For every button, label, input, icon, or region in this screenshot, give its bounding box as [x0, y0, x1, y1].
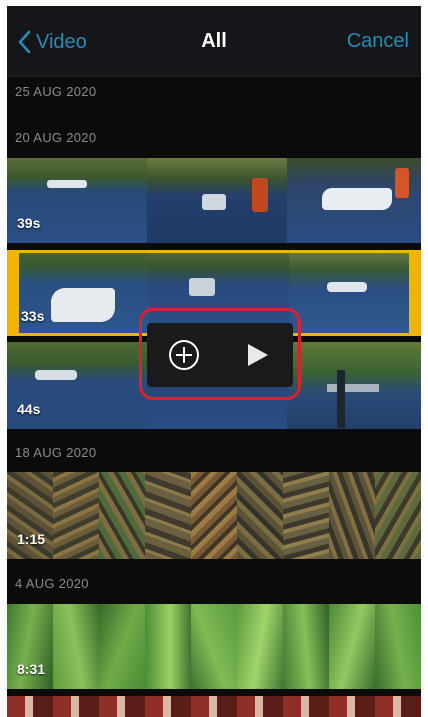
clip-action-popover [147, 323, 293, 387]
play-icon [247, 344, 268, 366]
trim-handle-left[interactable] [7, 250, 19, 336]
clip-duration: 1:15 [17, 531, 46, 547]
clip-duration: 44s [17, 401, 41, 417]
video-clip[interactable]: 8:31 [7, 604, 421, 689]
phone-screen: Video All Cancel 25 AUG 2020 20 AUG 2020… [7, 6, 421, 717]
navigation-bar: Video All Cancel [7, 6, 421, 77]
video-clip[interactable]: 39s [7, 158, 421, 243]
date-header: 18 AUG 2020 [15, 445, 97, 460]
clip-duration: 39s [17, 215, 41, 231]
trim-handle-right[interactable] [409, 250, 421, 336]
video-clip[interactable] [7, 696, 421, 717]
cancel-button[interactable]: Cancel [347, 30, 409, 53]
selection-border [7, 250, 421, 253]
video-clip[interactable]: 8:31 1:15 [7, 472, 421, 559]
play-clip-button[interactable] [220, 323, 293, 387]
clip-duration: 33s [21, 308, 45, 324]
date-header: 4 AUG 2020 [15, 576, 89, 591]
date-header: 20 AUG 2020 [15, 130, 97, 145]
date-header: 25 AUG 2020 [15, 84, 97, 99]
clip-duration: 8:31 [17, 661, 46, 677]
add-clip-button[interactable] [147, 323, 220, 387]
add-circle-icon [168, 340, 199, 370]
